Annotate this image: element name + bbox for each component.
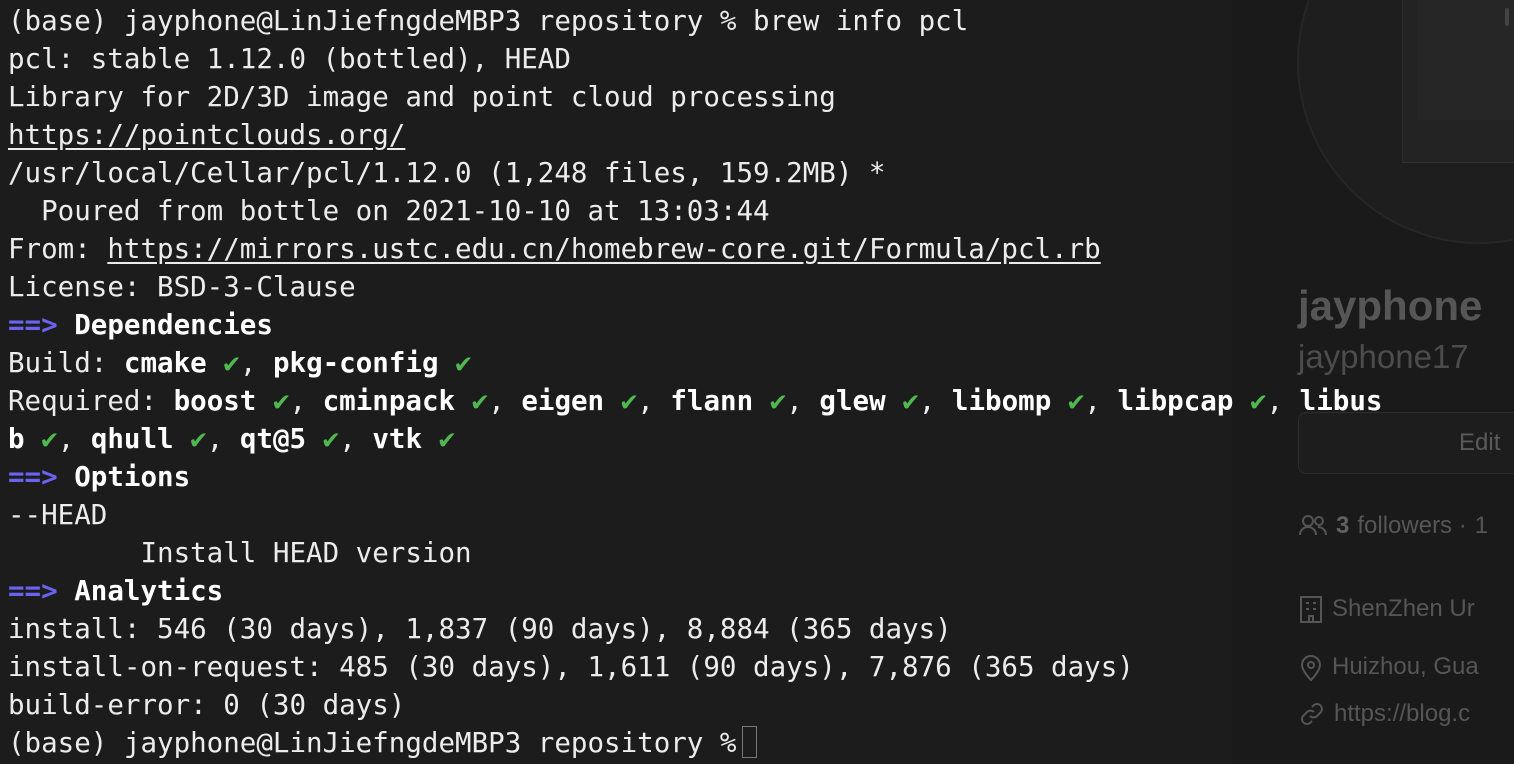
installed-check-icon: ✔ <box>1249 385 1267 417</box>
dependency-name: glew <box>819 385 886 417</box>
dependency-name: qhull <box>90 423 174 455</box>
installed-check-icon: ✔ <box>471 385 489 417</box>
dependency-name: libomp <box>951 385 1052 417</box>
installed-check-icon: ✔ <box>769 385 787 417</box>
website-link[interactable]: https://blog.c <box>1334 700 1470 728</box>
dependency-name: pkg-config <box>272 347 439 379</box>
dependency-name: cminpack <box>322 385 456 417</box>
installed-check-icon: ✔ <box>322 423 340 455</box>
build-label: Build: <box>8 347 124 379</box>
terminal-window[interactable]: (base) jayphone@LinJiefngdeMBP3 reposito… <box>0 0 1382 764</box>
formula-description: Library for 2D/3D image and point cloud … <box>8 81 836 113</box>
dependency-name: cmake <box>123 347 207 379</box>
homepage-link[interactable]: https://pointclouds.org/ <box>8 116 405 154</box>
command-line: (base) jayphone@LinJiefngdeMBP3 reposito… <box>8 5 969 37</box>
installed-check-icon: ✔ <box>455 347 472 379</box>
from-line: From: https://mirrors.ustc.edu.cn/homebr… <box>8 230 1101 268</box>
dependency-name: eigen <box>521 385 605 417</box>
formula-version: pcl: stable 1.12.0 (bottled), HEAD <box>8 43 571 75</box>
dependency-name: vtk <box>372 423 423 455</box>
installed-check-icon: ✔ <box>438 423 456 455</box>
dependency-name: boost <box>173 385 257 417</box>
edit-profile-label: Edit <box>1459 429 1501 456</box>
text-cursor <box>742 726 758 758</box>
installed-check-icon: ✔ <box>902 385 919 417</box>
options-header: ==> Options <box>8 458 190 496</box>
build-deps-line: Build: cmake ✔, pkg-config ✔ <box>8 347 472 379</box>
options-title: Options <box>74 461 191 493</box>
avatar[interactable] <box>1402 0 1514 163</box>
formula-source-link[interactable]: https://mirrors.ustc.edu.cn/homebrew-cor… <box>107 233 1100 265</box>
dependencies-header: ==> Dependencies <box>8 306 273 344</box>
shell-prompt[interactable]: (base) jayphone@LinJiefngdeMBP3 reposito… <box>8 724 758 762</box>
people-icon <box>1299 515 1327 536</box>
installed-check-icon: ✔ <box>190 423 207 455</box>
link-icon <box>1301 703 1323 725</box>
following-count: 1 <box>1474 512 1489 539</box>
dependency-name: libus <box>1299 385 1383 417</box>
installed-check-icon: ✔ <box>41 423 58 455</box>
cellar-path: /usr/local/Cellar/pcl/1.12.0 (1,248 file… <box>8 157 886 189</box>
poured-info: Poured from bottle on 2021-10-10 at 13:0… <box>8 195 770 227</box>
dependency-name: libpcap <box>1117 385 1234 417</box>
installed-check-icon: ✔ <box>272 385 290 417</box>
analytics-title: Analytics <box>74 575 224 607</box>
dependency-name: b <box>8 423 25 455</box>
scrollbar[interactable] <box>1505 8 1509 26</box>
followers-label: followers · <box>1357 512 1467 539</box>
prompt-text: (base) jayphone@LinJiefngdeMBP3 reposito… <box>8 727 737 759</box>
location-text: Huizhou, Gua <box>1332 653 1479 680</box>
build-error-stats: build-error: 0 (30 days) <box>8 689 406 721</box>
organization-text: ShenZhen Ur <box>1332 595 1475 622</box>
section-arrow: ==> <box>8 461 58 493</box>
location-pin-icon <box>1300 655 1322 682</box>
followers-count: 3 <box>1336 512 1350 539</box>
required-deps-line-wrap: b ✔, qhull ✔, qt@5 ✔, vtk ✔ <box>8 423 456 455</box>
option-description: Install HEAD version <box>8 537 472 569</box>
license-line: License: BSD-3-Clause <box>8 271 356 303</box>
organization-row: ShenZhen Ur <box>1298 594 1475 624</box>
dependency-name: qt@5 <box>239 423 307 455</box>
required-deps-line: Required: boost ✔, cminpack ✔, eigen ✔, … <box>8 385 1383 417</box>
profile-login: jayphone17 <box>1298 338 1469 375</box>
website-row[interactable]: https://blog.c <box>1298 700 1470 728</box>
followers-row[interactable]: 3 followers · 1 <box>1298 512 1488 540</box>
required-label: Required: <box>8 385 174 417</box>
dependencies-title: Dependencies <box>74 309 273 341</box>
installed-check-icon: ✔ <box>223 347 240 379</box>
from-label: From: <box>8 233 108 265</box>
analytics-header: ==> Analytics <box>8 572 223 610</box>
dependency-name: flann <box>670 385 754 417</box>
install-stats: install: 546 (30 days), 1,837 (90 days),… <box>8 613 952 645</box>
profile-name: jayphone <box>1298 282 1483 329</box>
installed-check-icon: ✔ <box>1067 385 1085 417</box>
install-on-request-stats: install-on-request: 485 (30 days), 1,611… <box>8 651 1134 683</box>
organization-icon <box>1300 596 1322 623</box>
option-flag: --HEAD <box>8 499 108 531</box>
section-arrow: ==> <box>8 309 58 341</box>
edit-profile-button[interactable]: Edit <box>1298 412 1514 474</box>
section-arrow: ==> <box>8 575 58 607</box>
location-row: Huizhou, Gua <box>1298 652 1479 682</box>
installed-check-icon: ✔ <box>620 385 638 417</box>
